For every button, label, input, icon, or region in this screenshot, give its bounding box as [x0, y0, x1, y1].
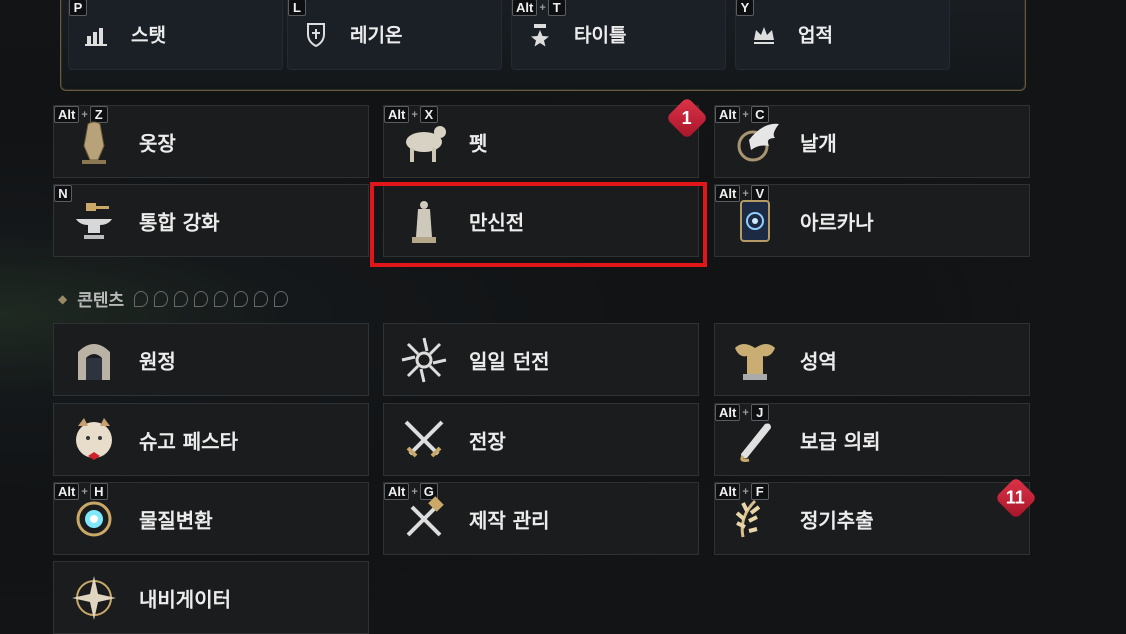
pantheon-label: 만신전	[469, 210, 525, 234]
enhance-button[interactable]: N 통합 강화	[53, 184, 369, 257]
hotkey-l: L	[288, 0, 306, 16]
transmutation-orb-icon	[76, 501, 112, 536]
crafting-management-label: 제작 관리	[469, 508, 550, 532]
wardrobe-label: 옷장	[139, 131, 176, 155]
title-button[interactable]: Alt + T 타이틀	[511, 0, 726, 70]
arcana-button[interactable]: Alt + V 아르카나	[714, 184, 1030, 257]
top-panel: P 스탯 L 레기온 Alt + T 타이틀 Y 업적	[60, 0, 1026, 91]
pet-icon	[406, 125, 446, 162]
daily-dungeon-label: 일일 던전	[469, 349, 550, 373]
achievement-label: 업적	[798, 24, 833, 47]
navigator-button[interactable]: 내비게이터	[53, 561, 369, 634]
pantheon-button[interactable]: 만신전	[383, 184, 699, 257]
shugo-festa-label: 슈고 페스타	[139, 429, 238, 453]
shugo-icon	[76, 417, 112, 460]
legion-shield-icon	[307, 23, 325, 48]
contents-section-header: ◆ 콘텐츠	[58, 286, 289, 311]
wardrobe-icon	[82, 121, 106, 164]
supply-scroll-icon	[740, 423, 771, 462]
battlefield-swords-icon	[404, 420, 444, 457]
crafting-management-button[interactable]: Alt + G 제작 관리	[383, 482, 699, 555]
extraction-laurel-icon	[735, 499, 761, 537]
expedition-gate-icon	[78, 343, 110, 380]
hotkey-y: Y	[736, 0, 754, 16]
sanctuary-label: 성역	[800, 349, 837, 373]
season-symbols-icon	[134, 290, 289, 307]
expedition-button[interactable]: 원정	[53, 323, 369, 396]
stats-label: 스탯	[131, 24, 166, 47]
shugo-festa-button[interactable]: 슈고 페스타	[53, 403, 369, 476]
pet-label: 펫	[469, 131, 488, 155]
wings-icon	[737, 123, 779, 161]
stats-icon	[85, 28, 107, 46]
supply-request-label: 보급 의뢰	[800, 429, 881, 453]
transmutation-button[interactable]: Alt + H 물질변환	[53, 482, 369, 555]
daily-dungeon-icon	[401, 337, 447, 382]
wardrobe-button[interactable]: Alt + Z 옷장	[53, 105, 369, 178]
hotkey-alt-t: Alt + T	[512, 0, 566, 16]
pet-button[interactable]: Alt + X 펫	[383, 105, 699, 178]
achievement-button[interactable]: Y 업적	[735, 0, 950, 70]
hotkey-p: P	[69, 0, 87, 16]
wings-label: 날개	[800, 131, 837, 155]
anvil-icon	[76, 202, 112, 239]
navigator-label: 내비게이터	[139, 587, 231, 611]
transmutation-label: 물질변환	[139, 508, 213, 532]
daily-dungeon-button[interactable]: 일일 던전	[383, 323, 699, 396]
regular-extraction-button[interactable]: Alt + F 정기추출	[714, 482, 1030, 555]
legion-label: 레기온	[350, 24, 403, 47]
section-title: 콘텐츠	[77, 291, 125, 311]
achievement-crown-icon	[754, 27, 774, 44]
legion-button[interactable]: L 레기온	[287, 0, 502, 70]
pantheon-statue-icon	[412, 200, 436, 243]
supply-request-button[interactable]: Alt + J 보급 의뢰	[714, 403, 1030, 476]
arcana-label: 아르카나	[800, 210, 874, 234]
sanctuary-icon	[735, 343, 775, 380]
regular-extraction-label: 정기추출	[800, 508, 874, 532]
title-label: 타이틀	[574, 24, 627, 47]
battlefield-button[interactable]: 전장	[383, 403, 699, 476]
stats-button[interactable]: P 스탯	[68, 0, 283, 70]
diamond-icon: ◆	[58, 291, 68, 306]
enhance-label: 통합 강화	[139, 210, 220, 234]
wings-button[interactable]: Alt + C 날개	[714, 105, 1030, 178]
arcana-card-icon	[740, 199, 770, 242]
navigator-compass-icon	[72, 575, 116, 620]
title-star-icon	[531, 24, 549, 47]
sanctuary-button[interactable]: 성역	[714, 323, 1030, 396]
crafting-tools-icon	[406, 495, 444, 536]
battlefield-label: 전장	[469, 429, 506, 453]
expedition-label: 원정	[139, 349, 176, 373]
